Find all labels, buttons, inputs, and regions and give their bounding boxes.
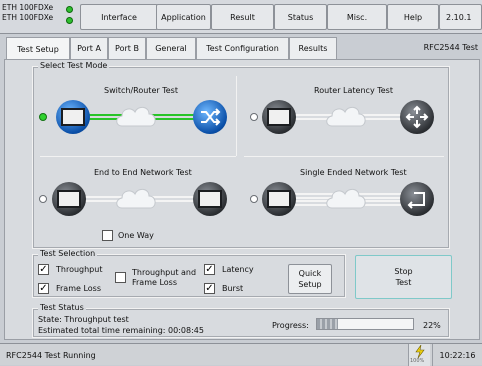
tab-application[interactable]: Application (156, 4, 211, 30)
state-text: State: Throughput test (38, 315, 129, 324)
select-test-mode-label: Select Test Mode (38, 61, 110, 70)
throughput-and-frame-loss-label: Throughput and Frame Loss (132, 268, 197, 287)
tab-help[interactable]: Help (387, 4, 439, 30)
device-name-2: ETH 100FDXe (2, 13, 54, 22)
time-remaining-text: Estimated total time remaining: 00:08:45 (38, 326, 204, 335)
end-to-end-test-radio[interactable] (39, 195, 47, 203)
tester-gray-icon (262, 100, 296, 134)
switch-router-test-title: Switch/Router Test (104, 86, 178, 95)
network-cloud-icon (116, 188, 156, 209)
tab-status[interactable]: Status (274, 4, 327, 30)
tab-port-a[interactable]: Port A (70, 37, 108, 59)
version-tab[interactable]: 2.10.1 (439, 4, 482, 30)
status-led-icon (66, 17, 73, 24)
tester-blue-icon (56, 100, 90, 134)
tester-gray-icon (52, 182, 86, 216)
device-label: ETH 100FDXe ETH 100FDXe (2, 3, 64, 23)
tester-gray-icon (193, 182, 227, 216)
router-latency-test-radio[interactable] (250, 113, 258, 121)
top-bar: ETH 100FDXe ETH 100FDXe Interface Applic… (0, 0, 482, 34)
router-latency-test-title: Router Latency Test (314, 86, 393, 95)
progress-fill (317, 319, 339, 329)
tab-misc[interactable]: Misc. (327, 4, 387, 30)
tab-results[interactable]: Results (289, 37, 337, 59)
single-ended-test-title: Single Ended Network Test (300, 168, 407, 177)
frame-loss-checkbox[interactable]: ✓ (38, 283, 49, 294)
switch-blue-icon (193, 100, 227, 134)
progress-label: Progress: (272, 321, 309, 330)
loopback-gray-icon (400, 182, 434, 216)
one-way-checkbox[interactable] (102, 230, 113, 241)
throughput-and-frame-loss-checkbox[interactable] (115, 272, 126, 283)
tab-port-b[interactable]: Port B (108, 37, 146, 59)
throughput-label: Throughput (56, 265, 103, 274)
lightning-icon (415, 345, 425, 358)
test-name-label: RFC2544 Test (423, 43, 478, 52)
tester-gray-icon (262, 182, 296, 216)
latency-checkbox[interactable]: ✓ (204, 264, 215, 275)
throughput-checkbox[interactable]: ✓ (38, 264, 49, 275)
quick-setup-button[interactable]: Quick Setup (288, 264, 332, 294)
device-name-1: ETH 100FDXe (2, 3, 54, 12)
frame-loss-label: Frame Loss (56, 284, 102, 293)
progress-bar (316, 318, 414, 330)
status-bar-text: RFC2544 Test Running (6, 351, 96, 360)
divider (40, 156, 236, 157)
tab-general[interactable]: General (146, 37, 196, 59)
network-cloud-icon (326, 106, 366, 127)
network-cloud-icon (116, 106, 156, 127)
divider (236, 76, 237, 156)
end-to-end-test-title: End to End Network Test (94, 168, 192, 177)
one-way-label: One Way (118, 231, 154, 240)
latency-label: Latency (222, 265, 254, 274)
burst-checkbox[interactable]: ✓ (204, 283, 215, 294)
tab-result[interactable]: Result (211, 4, 274, 30)
test-status-label: Test Status (38, 303, 86, 312)
switch-router-test-radio[interactable] (39, 113, 47, 121)
single-ended-test-radio[interactable] (250, 195, 258, 203)
divider (244, 156, 444, 157)
clock: 10:22:16 (432, 344, 482, 366)
burst-label: Burst (222, 284, 244, 293)
tab-test-setup[interactable]: Test Setup (6, 37, 70, 61)
network-cloud-icon (326, 188, 366, 209)
status-led-icon (66, 6, 73, 13)
router-gray-icon (400, 100, 434, 134)
battery-indicator: 100% (408, 344, 430, 366)
test-selection-label: Test Selection (38, 249, 98, 258)
tab-interface[interactable]: Interface (80, 4, 158, 30)
progress-value: 22% (423, 321, 441, 330)
tab-test-configuration[interactable]: Test Configuration (196, 37, 289, 59)
status-bar: RFC2544 Test Running 100% 10:22:16 (0, 343, 482, 366)
battery-level: 100% (410, 358, 425, 364)
stop-test-button[interactable]: Stop Test (355, 255, 452, 299)
